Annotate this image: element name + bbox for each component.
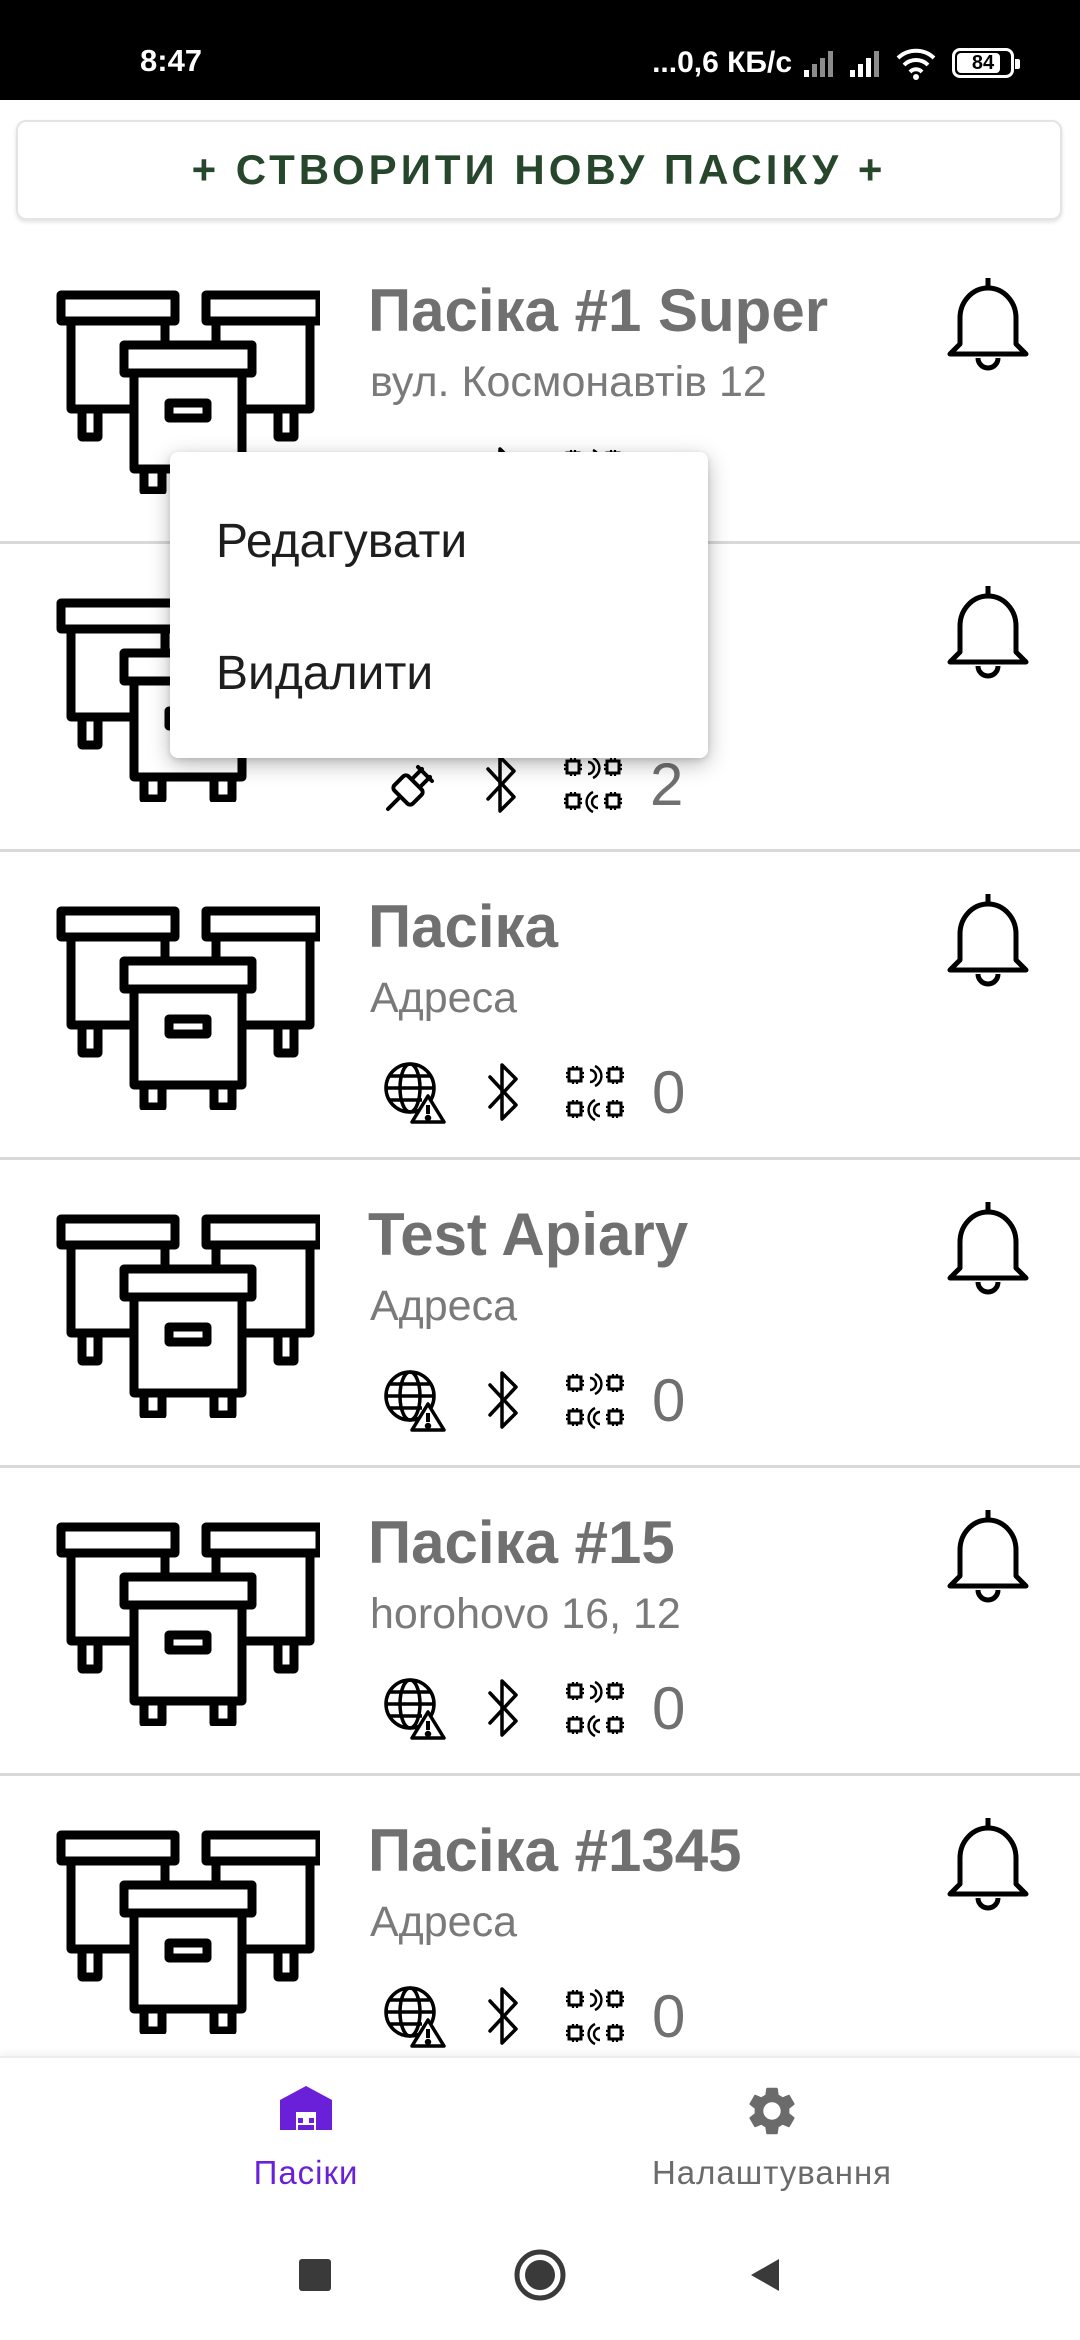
triangle-back-icon	[751, 2259, 779, 2291]
nav-item-settings[interactable]: Налаштування	[502, 2058, 1042, 2210]
apiary-status-icons: 0	[382, 1360, 685, 1440]
wireless-devices-icon	[564, 756, 622, 814]
apiary-hives-icon	[56, 1522, 325, 1728]
apiary-row[interactable]: Пасіка #15 horohovo 16, 12 0	[0, 1468, 1080, 1776]
wireless-devices-icon	[566, 1372, 624, 1430]
apiary-status-icons: 0	[382, 1976, 685, 2056]
wireless-devices-icon	[566, 1680, 624, 1738]
apiary-address: horohovo 16, 12	[370, 1590, 681, 1638]
apiary-row[interactable]: Пасіка Адреса 0	[0, 852, 1080, 1160]
gear-icon	[749, 2087, 795, 2135]
context-menu: Редагувати Видалити	[170, 452, 708, 758]
bell-icon[interactable]	[944, 890, 1032, 990]
battery-icon: 84	[952, 48, 1020, 78]
app-screen: 8:47 ...0,6 КБ/с 84 + СТВОРИТИ НОВУ ПАСІ…	[0, 0, 1080, 2340]
system-navigation-bar	[0, 2210, 1080, 2340]
apiary-icon	[56, 1214, 325, 1420]
square-recents-icon	[299, 2259, 331, 2291]
wifi-icon	[896, 48, 936, 80]
apiary-address: вул. Космонавтів 12	[370, 358, 767, 406]
apiary-row[interactable]: Test Apiary Адреса 0	[0, 1160, 1080, 1468]
device-count: 2	[650, 750, 684, 818]
nav-item-apiaries[interactable]: Пасіки	[36, 2058, 576, 2210]
wireless-devices-icon	[566, 1988, 624, 2046]
network-speed: ...0,6 КБ/с	[652, 46, 792, 79]
apiary-hives-icon	[56, 1214, 325, 1420]
bluetooth-icon	[488, 1371, 518, 1429]
status-bar: 8:47 ...0,6 КБ/с 84	[0, 0, 1080, 100]
apiary-name: Пасіка	[368, 893, 558, 960]
nav-label-settings: Налаштування	[651, 2154, 893, 2191]
home-button[interactable]	[505, 2210, 575, 2340]
status-indicators: ...0,6 КБ/с 84	[652, 38, 1020, 88]
apiary-address: Адреса	[370, 1282, 518, 1330]
power-plug-icon	[386, 765, 434, 811]
recents-button[interactable]	[280, 2210, 350, 2340]
apiary-home-icon	[280, 2086, 332, 2130]
apiary-name: Пасіка #15	[368, 1509, 675, 1576]
create-apiary-button[interactable]: + СТВОРИТИ НОВУ ПАСІКУ +	[16, 120, 1062, 220]
apiary-icon	[56, 906, 325, 1112]
signal-sim2-icon	[850, 51, 879, 77]
device-count: 0	[652, 1674, 686, 1742]
globe-warning-icon	[384, 1062, 446, 1124]
device-count: 0	[652, 1982, 686, 2050]
signal-sim1-icon	[804, 51, 833, 77]
apiary-address: Адреса	[370, 974, 518, 1022]
back-button[interactable]	[730, 2210, 800, 2340]
apiary-row[interactable]: Пасіка #1345 Адреса 0	[0, 1776, 1080, 2084]
apiary-hives-icon	[56, 1830, 325, 2036]
status-time: 8:47	[140, 43, 203, 78]
bottom-navigation: Пасіки Налаштування	[0, 2056, 1080, 2210]
menu-item-edit[interactable]: Редагувати	[216, 514, 467, 569]
bell-icon[interactable]	[944, 274, 1032, 374]
bell-icon[interactable]	[944, 1814, 1032, 1914]
bluetooth-icon	[488, 1987, 518, 2045]
battery-level: 84	[971, 51, 995, 74]
apiary-status-icons: 0	[382, 1052, 685, 1132]
bell-icon[interactable]	[944, 582, 1032, 682]
bell-icon[interactable]	[944, 1506, 1032, 1606]
apiary-status-icons: 0	[382, 1668, 685, 1748]
globe-warning-icon	[384, 1370, 446, 1432]
menu-item-delete[interactable]: Видалити	[216, 646, 433, 701]
circle-home-icon	[514, 2249, 566, 2301]
wireless-devices-icon	[566, 1064, 624, 1122]
bluetooth-icon	[488, 1679, 518, 1737]
create-apiary-label: + СТВОРИТИ НОВУ ПАСІКУ +	[191, 146, 887, 193]
globe-warning-icon	[384, 1986, 446, 2048]
apiary-hives-icon	[56, 906, 325, 1112]
device-count: 0	[652, 1366, 686, 1434]
bluetooth-icon	[486, 755, 516, 813]
apiary-name: Пасіка #1345	[368, 1817, 742, 1884]
device-count: 0	[652, 1058, 686, 1126]
bluetooth-icon	[488, 1063, 518, 1121]
apiary-name: Test Apiary	[368, 1201, 689, 1268]
globe-warning-icon	[384, 1678, 446, 1740]
apiary-address: Адреса	[370, 1898, 518, 1946]
apiary-icon	[56, 1830, 325, 2036]
apiary-icon	[56, 1522, 325, 1728]
nav-label-apiaries: Пасіки	[253, 2154, 359, 2191]
bell-icon[interactable]	[944, 1198, 1032, 1298]
apiary-name: Пасіка #1 Super	[368, 277, 829, 344]
